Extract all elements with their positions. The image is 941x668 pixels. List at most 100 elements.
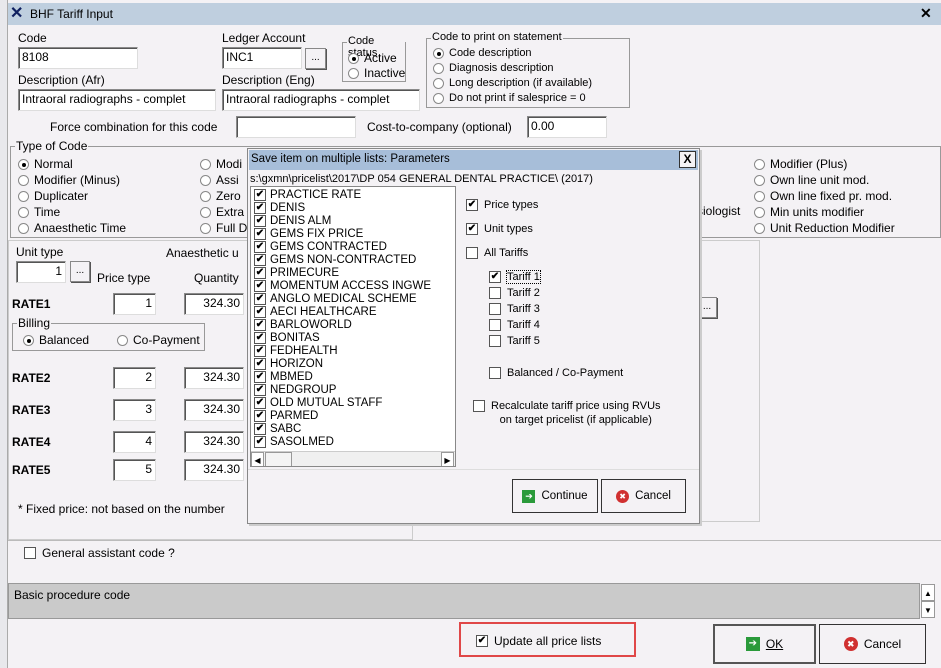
cancel-button[interactable]: ✖ Cancel — [819, 624, 926, 664]
list-item[interactable]: ✔ SABC — [254, 422, 452, 435]
list-item[interactable]: ✔ BONITAS — [254, 331, 452, 344]
tariff-checkbox[interactable]: Tariff 3 — [489, 303, 540, 315]
type-of-code-radio[interactable]: Duplicater — [18, 189, 88, 203]
type-of-code-radio[interactable]: Modifier (Plus) — [754, 157, 847, 171]
force-label: Force combination for this code — [50, 120, 218, 134]
radio-label: Co-Payment — [133, 333, 200, 347]
ledger-browse-button[interactable]: ... — [305, 48, 326, 69]
dialog-close-button[interactable]: X — [679, 151, 696, 168]
ledger-input[interactable]: INC1 — [222, 47, 302, 69]
all-tariffs-checkbox[interactable]: All Tariffs — [466, 247, 528, 259]
billing-balanced-radio[interactable]: Balanced — [23, 333, 89, 347]
unit-type-browse-button[interactable]: ... — [70, 261, 90, 282]
type-of-code-radio[interactable]: Unit Reduction Modifier — [754, 221, 895, 235]
price-lists-listbox[interactable]: ✔ PRACTICE RATE ✔ DENIS ✔ DENIS ALM ✔ GEMS FIX … — [250, 186, 456, 467]
list-item[interactable]: ✔ GEMS CONTRACTED — [254, 240, 452, 253]
billing-copayment-radio[interactable]: Co-Payment — [117, 333, 200, 347]
notes-scroll-down[interactable]: ▼ — [921, 601, 935, 618]
type-of-code-radio[interactable]: Own line fixed pr. mod. — [754, 189, 892, 203]
price-types-checkbox[interactable]: ✔ Price types — [466, 199, 538, 211]
type-of-code-radio[interactable]: Modifier (Minus) — [18, 173, 120, 187]
list-item[interactable]: ✔ PRACTICE RATE — [254, 188, 452, 201]
notes-textarea[interactable]: Basic procedure code — [8, 583, 920, 619]
status-active-radio[interactable]: Active — [348, 51, 397, 65]
print-code-description-radio[interactable]: Code description — [433, 47, 532, 59]
unit-type-input[interactable]: 1 — [16, 261, 66, 283]
list-item[interactable]: ✔ NEDGROUP — [254, 383, 452, 396]
price-type-input[interactable]: 5 — [113, 459, 156, 481]
print-long-description-radio[interactable]: Long description (if available) — [433, 77, 592, 89]
price-type-input[interactable]: 2 — [113, 367, 156, 389]
list-item[interactable]: ✔ GEMS NON-CONTRACTED — [254, 253, 452, 266]
horizontal-scrollbar[interactable]: ◀ ▶ — [251, 451, 455, 466]
window-close-button[interactable]: ✕ — [920, 5, 932, 22]
type-of-code-radio[interactable]: Full D — [200, 221, 247, 235]
list-item[interactable]: ✔ BARLOWORLD — [254, 318, 452, 331]
desc-eng-input[interactable]: Intraoral radiographs - complet — [222, 89, 420, 111]
tariff-checkbox[interactable]: Tariff 2 — [489, 287, 540, 299]
checkbox-label: Unit types — [484, 223, 533, 235]
tariff-checkbox[interactable]: Tariff 5 — [489, 335, 540, 347]
list-item-label: GEMS CONTRACTED — [270, 240, 387, 253]
print-diagnosis-radio[interactable]: Diagnosis description — [433, 62, 554, 74]
price-type-input[interactable]: 3 — [113, 399, 156, 421]
type-of-code-radio[interactable]: Anaesthetic Time — [18, 221, 126, 235]
list-item[interactable]: ✔ HORIZON — [254, 357, 452, 370]
price-type-input[interactable]: 4 — [113, 431, 156, 453]
list-item-label: PRACTICE RATE — [270, 188, 362, 201]
list-item[interactable]: ✔ DENIS ALM — [254, 214, 452, 227]
price-type-input[interactable]: 1 — [113, 293, 156, 315]
desc-afr-input[interactable]: Intraoral radiographs - complet — [18, 89, 216, 111]
type-of-code-radio[interactable]: Modi — [200, 157, 242, 171]
list-item[interactable]: ✔ PARMED — [254, 409, 452, 422]
type-of-code-radio[interactable]: Time — [18, 205, 60, 219]
right-browse-button[interactable]: ... — [697, 297, 717, 318]
type-of-code-radio[interactable]: Normal — [18, 157, 73, 171]
cost-input[interactable]: 0.00 — [527, 116, 607, 138]
do-not-print-radio[interactable]: Do not print if salesprice = 0 — [433, 92, 586, 104]
list-item[interactable]: ✔ PRIMECURE — [254, 266, 452, 279]
type-of-code-radio[interactable]: Own line unit mod. — [754, 173, 869, 187]
list-item[interactable]: ✔ AECI HEALTHCARE — [254, 305, 452, 318]
list-item[interactable]: ✔ GEMS FIX PRICE — [254, 227, 452, 240]
scroll-left-button[interactable]: ◀ — [251, 452, 264, 466]
quantity-input[interactable]: 324.30 — [184, 399, 244, 421]
type-of-code-radio[interactable]: Min units modifier — [754, 205, 864, 219]
list-item[interactable]: ✔ MOMENTUM ACCESS INGWE — [254, 279, 452, 292]
list-item-label: PARMED — [270, 409, 319, 422]
dialog-cancel-button[interactable]: ✖ Cancel — [601, 479, 686, 513]
type-of-code-radio[interactable]: Extra — [200, 205, 244, 219]
radio-label: Normal — [34, 157, 73, 171]
quantity-input[interactable]: 324.30 — [184, 293, 244, 315]
list-item[interactable]: ✔ ANGLO MEDICAL SCHEME — [254, 292, 452, 305]
ok-button[interactable]: ➔ OK — [713, 624, 816, 664]
scroll-right-button[interactable]: ▶ — [441, 452, 454, 466]
radio-label: Modifier (Plus) — [770, 157, 848, 171]
status-inactive-radio[interactable]: Inactive — [348, 66, 405, 80]
continue-button[interactable]: ➔ Continue — [512, 479, 598, 513]
force-input[interactable] — [236, 116, 356, 138]
scroll-thumb[interactable] — [265, 452, 292, 466]
general-assistant-checkbox[interactable]: General assistant code ? — [24, 546, 175, 560]
quantity-input[interactable]: 324.30 — [184, 367, 244, 389]
continue-label: Continue — [541, 490, 588, 502]
recalculate-rvu-checkbox[interactable]: Recalculate tariff price using RVUs on ta… — [473, 399, 661, 427]
list-item[interactable]: ✔ OLD MUTUAL STAFF — [254, 396, 452, 409]
tariff-checkbox[interactable]: ✔ Tariff 1 — [489, 270, 541, 284]
cancel-icon: ✖ — [843, 637, 858, 651]
print-code-title: Code to print on statement — [431, 31, 563, 43]
list-item[interactable]: ✔ SASOLMED — [254, 435, 452, 448]
list-item[interactable]: ✔ DENIS — [254, 201, 452, 214]
list-item[interactable]: ✔ FEDHEALTH — [254, 344, 452, 357]
code-input[interactable]: 8108 — [18, 47, 138, 69]
quantity-input[interactable]: 324.30 — [184, 431, 244, 453]
list-item[interactable]: ✔ MBMED — [254, 370, 452, 383]
type-of-code-radio[interactable]: Zero — [200, 189, 241, 203]
tariff-checkbox[interactable]: Tariff 4 — [489, 319, 540, 331]
update-all-price-lists-checkbox[interactable]: ✔ Update all price lists — [476, 634, 601, 648]
balanced-copayment-checkbox[interactable]: Balanced / Co-Payment — [489, 367, 623, 379]
type-of-code-radio[interactable]: Assi — [200, 173, 239, 187]
notes-scroll-up[interactable]: ▲ — [921, 584, 935, 601]
unit-types-checkbox[interactable]: ✔ Unit types — [466, 223, 533, 235]
quantity-input[interactable]: 324.30 — [184, 459, 244, 481]
